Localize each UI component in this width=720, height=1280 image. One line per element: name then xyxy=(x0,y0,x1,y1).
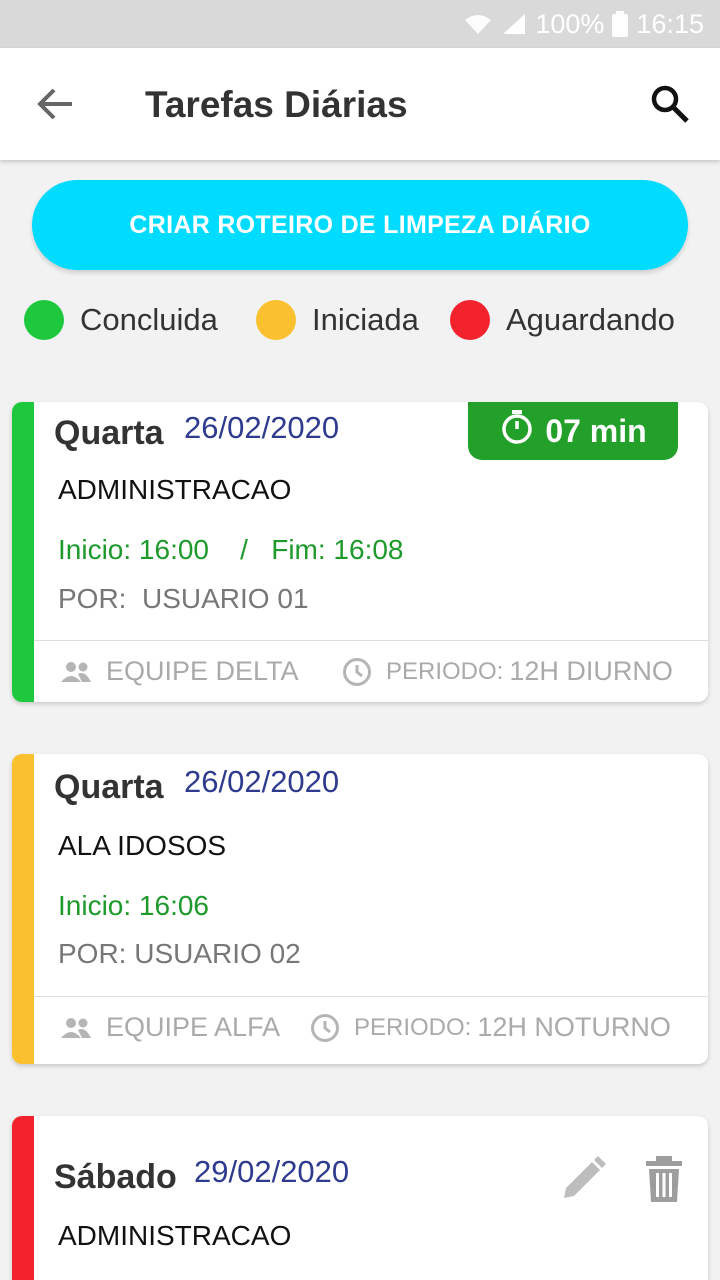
team-icon xyxy=(61,661,91,682)
team-name: EQUIPE DELTA xyxy=(106,656,299,686)
period-value: 12H NOTURNO xyxy=(477,1012,671,1042)
task-period: PERIODO: 12H NOTURNO xyxy=(310,1012,671,1043)
team-icon xyxy=(61,1017,91,1038)
clock-icon xyxy=(343,657,371,686)
legend-item-concluida: Concluida xyxy=(24,300,218,340)
task-user: POR: USUARIO 01 xyxy=(58,583,309,614)
status-dot-green xyxy=(24,300,64,340)
trash-icon[interactable] xyxy=(644,1156,684,1202)
task-card[interactable]: Quarta 26/02/2020 07 min ADMINISTRACAO I… xyxy=(12,402,708,702)
battery-percent: 100% xyxy=(535,8,605,39)
task-times: Inicio: 16:06 xyxy=(58,890,209,921)
task-times: Inicio: 16:00 / Fim: 16:08 xyxy=(58,534,404,565)
back-arrow-icon[interactable] xyxy=(36,86,76,122)
task-location: ALA IDOSOS xyxy=(58,830,227,861)
clock: 16:15 xyxy=(636,8,704,39)
task-day: Sábado xyxy=(54,1158,177,1196)
task-team: EQUIPE ALFA xyxy=(60,1012,280,1043)
app-bar: Tarefas Diárias xyxy=(0,48,720,160)
task-location: ADMINISTRACAO xyxy=(58,474,292,505)
duration-text: 07 min xyxy=(545,412,647,449)
status-bar: 100% 16:15 xyxy=(0,0,720,48)
task-card[interactable]: Sábado 29/02/2020 ADMINISTRACAO xyxy=(12,1116,708,1280)
task-period: PERIODO: 12H DIURNO xyxy=(342,656,673,687)
legend-item-aguardando: Aguardando xyxy=(450,300,675,340)
create-cleaning-route-button[interactable]: CRIAR ROTEIRO DE LIMPEZA DIÁRIO xyxy=(32,180,688,270)
period-value: 12H DIURNO xyxy=(509,656,673,686)
status-bar-indicator xyxy=(12,402,34,702)
duration-badge: 07 min xyxy=(468,402,678,460)
period-label: PERIODO: xyxy=(386,657,504,685)
edit-pencil-icon[interactable] xyxy=(560,1156,606,1202)
search-icon[interactable] xyxy=(650,84,690,124)
status-dot-yellow xyxy=(256,300,296,340)
page-title: Tarefas Diárias xyxy=(145,84,408,125)
legend-label: Concluida xyxy=(80,302,218,337)
period-label: PERIODO: xyxy=(354,1013,472,1041)
task-card[interactable]: Quarta 26/02/2020 ALA IDOSOS Inicio: 16:… xyxy=(12,754,708,1064)
stopwatch-icon xyxy=(499,409,545,453)
signal-icon xyxy=(501,12,527,36)
task-team: EQUIPE DELTA xyxy=(60,656,299,687)
legend-item-iniciada: Iniciada xyxy=(256,300,419,340)
task-day: Quarta xyxy=(54,414,164,452)
battery-icon xyxy=(612,11,629,37)
clock-icon xyxy=(311,1013,339,1042)
status-bar-indicator xyxy=(12,754,34,1064)
divider xyxy=(34,640,708,641)
task-date: 29/02/2020 xyxy=(194,1154,350,1189)
legend-label: Iniciada xyxy=(312,302,419,337)
legend-label: Aguardando xyxy=(506,302,675,337)
status-legend: Concluida Iniciada Aguardando xyxy=(24,300,704,346)
status-dot-red xyxy=(450,300,490,340)
task-day: Quarta xyxy=(54,768,164,806)
divider xyxy=(34,996,708,997)
status-bar-indicator xyxy=(12,1116,34,1280)
task-date: 26/02/2020 xyxy=(184,410,340,445)
task-location: ADMINISTRACAO xyxy=(58,1220,292,1251)
wifi-icon xyxy=(463,12,493,36)
task-user: POR: USUARIO 02 xyxy=(58,938,301,969)
task-date: 26/02/2020 xyxy=(184,764,340,799)
team-name: EQUIPE ALFA xyxy=(106,1012,281,1042)
